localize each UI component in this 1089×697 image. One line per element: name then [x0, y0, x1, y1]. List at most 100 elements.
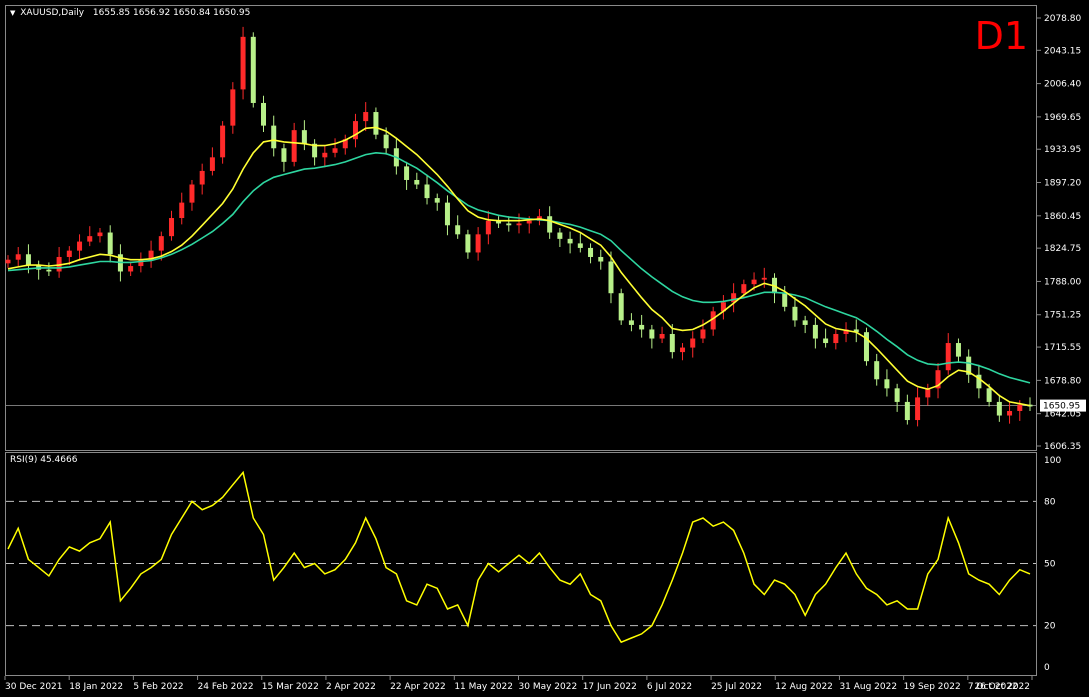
- candle-body: [894, 388, 900, 402]
- candle-body: [761, 277, 767, 280]
- collapse-triangle-icon[interactable]: ▼: [10, 9, 15, 17]
- price-axis-tick-label: 1860.45: [1044, 212, 1081, 222]
- price-axis-tick-label: 1788.00: [1044, 277, 1081, 287]
- candle-body: [363, 112, 369, 122]
- rsi-axis-tick-label: 100: [1044, 456, 1061, 466]
- time-axis-label: 26 Oct 2022: [974, 682, 1030, 692]
- time-axis-label: 11 May 2022: [454, 682, 513, 692]
- candle-body: [465, 234, 471, 253]
- candle-body: [608, 261, 614, 294]
- candle-body: [107, 232, 113, 255]
- price-axis-tick-label: 1933.95: [1044, 145, 1081, 155]
- candle-body: [281, 148, 287, 162]
- candle-body: [833, 333, 839, 344]
- candle-body: [904, 401, 910, 421]
- candle-body: [444, 202, 450, 226]
- candle-body: [414, 179, 420, 185]
- candle-body: [588, 247, 594, 257]
- candle-body: [741, 284, 747, 294]
- candle-body: [209, 157, 215, 171]
- candle-body: [700, 329, 706, 339]
- time-axis-label: 2 Apr 2022: [326, 682, 376, 692]
- candle-body: [782, 293, 788, 307]
- current-price-label: 1650.95: [1043, 402, 1080, 412]
- rsi-axis-tick-label: 20: [1044, 622, 1056, 632]
- candle-body: [1007, 410, 1013, 416]
- candle-body: [158, 236, 164, 251]
- time-axis-label: 22 Apr 2022: [390, 682, 446, 692]
- candle-body: [46, 269, 52, 272]
- rsi-axis-tick-label: 50: [1044, 560, 1056, 570]
- candle-body: [434, 198, 440, 203]
- candle-body: [424, 184, 430, 199]
- candle-body: [649, 329, 655, 339]
- candle-body: [87, 236, 93, 242]
- candle-body: [220, 125, 226, 158]
- ohlc-values: 1655.85 1656.92 1650.84 1650.95: [92, 8, 251, 18]
- candle-body: [271, 125, 277, 149]
- time-axis-label: 18 Jan 2022: [69, 682, 123, 692]
- time-axis-label: 25 Jul 2022: [711, 682, 762, 692]
- time-axis-label: 15 Mar 2022: [262, 682, 319, 692]
- candle-body: [526, 220, 532, 224]
- price-axis-tick-label: 2078.80: [1044, 14, 1081, 24]
- candle-body: [25, 254, 31, 266]
- rsi-axis-tick-label: 0: [1044, 663, 1050, 673]
- time-axis-label: 24 Feb 2022: [198, 682, 254, 692]
- candle-body: [301, 130, 307, 144]
- candle-body: [506, 223, 512, 226]
- candle-body: [97, 232, 103, 237]
- candle-body: [915, 397, 921, 421]
- time-axis-label: 5 Feb 2022: [133, 682, 183, 692]
- candle-body: [261, 102, 266, 126]
- candle-body: [189, 184, 195, 203]
- candle-body: [802, 320, 808, 325]
- price-axis-tick-label: 1715.55: [1044, 343, 1081, 353]
- candle-body: [874, 361, 880, 380]
- rsi-line: [7, 470, 1031, 644]
- candle-body: [455, 225, 461, 235]
- time-axis-label: 6 Jul 2022: [647, 682, 692, 692]
- timeframe-label: D1: [974, 14, 1028, 58]
- candle-body: [240, 36, 246, 90]
- candle-body: [373, 112, 379, 135]
- time-axis-label: 30 Dec 2021: [5, 682, 63, 692]
- price-axis-tick-label: 1824.75: [1044, 244, 1081, 254]
- chart-canvas[interactable]: 2078.80 2043.15 2006.40 1969.65 1933.95 1897.…: [0, 0, 1089, 697]
- candle-body: [199, 170, 205, 185]
- symbol-timeframe: XAUUSD,Daily: [20, 8, 85, 18]
- candle-body: [628, 320, 634, 325]
- candle-body: [955, 343, 961, 357]
- candle-body: [567, 238, 573, 244]
- candle-body: [179, 202, 185, 219]
- candle-body: [128, 266, 134, 272]
- time-axis-label: 19 Sep 2022: [904, 682, 961, 692]
- price-axis-tick-label: 1678.80: [1044, 376, 1081, 386]
- candle-body: [577, 243, 583, 248]
- candle-body: [547, 216, 553, 233]
- candle-body: [66, 250, 72, 257]
- trading-terminal-window: ▼ XAUUSD,Daily 1655.85 1656.92 1650.84 1…: [0, 0, 1089, 697]
- candle-body: [332, 148, 338, 153]
- candle-body: [169, 218, 175, 237]
- candle-body: [77, 241, 83, 251]
- candle-body: [751, 279, 757, 285]
- candle-body: [5, 259, 11, 264]
- candle-body: [812, 324, 818, 339]
- candle-body: [557, 232, 563, 239]
- candle-body: [15, 254, 21, 260]
- chart-symbol-header: ▼ XAUUSD,Daily 1655.85 1656.92 1650.84 1…: [10, 8, 250, 18]
- price-axis-tick-label: 1606.35: [1044, 442, 1081, 452]
- candle-body: [659, 333, 665, 339]
- candle-body: [680, 347, 686, 353]
- price-axis-tick-label: 2043.15: [1044, 46, 1081, 56]
- time-axis-label: 31 Aug 2022: [839, 682, 897, 692]
- time-axis-label: 17 Jun 2022: [583, 682, 637, 692]
- candle-body: [383, 134, 389, 149]
- candle-body: [250, 36, 256, 103]
- price-axis-tick-label: 1897.20: [1044, 179, 1081, 189]
- candle-body: [792, 306, 798, 321]
- candle-body: [598, 256, 604, 262]
- candle-body: [475, 234, 481, 253]
- candle-body: [516, 223, 522, 226]
